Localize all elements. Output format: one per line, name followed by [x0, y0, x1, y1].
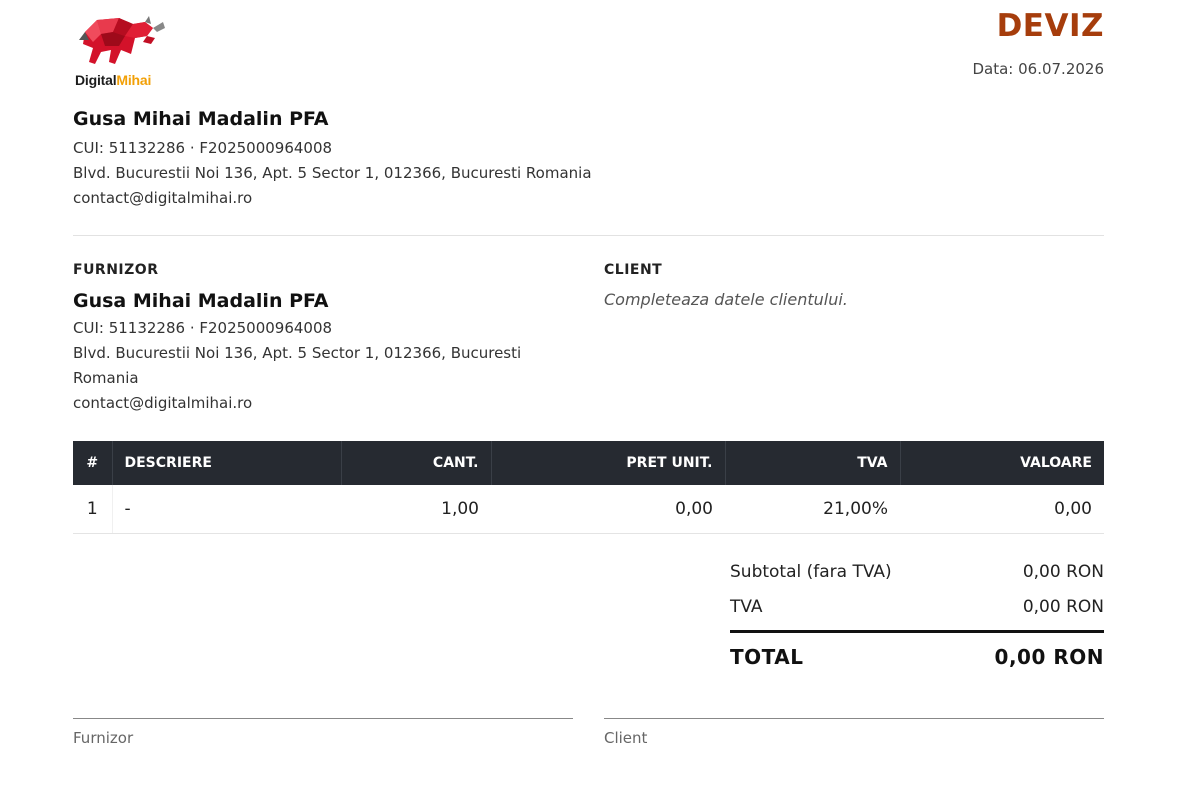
row-quantity: 1,00: [341, 485, 491, 534]
signature-furnizor-label: Furnizor: [73, 729, 134, 747]
client-label: CLIENT: [604, 262, 663, 278]
company-email: contact@digitalmihai.ro: [73, 189, 253, 207]
logo-text-part1: Digital: [75, 72, 117, 88]
company-name: Gusa Mihai Madalin PFA: [73, 108, 329, 130]
column-header-quantity: CANT.: [341, 441, 492, 485]
totals-section: Subtotal (fara TVA) 0,00 RON TVA 0,00 RO…: [730, 556, 1104, 669]
bull-logo-icon: [79, 16, 165, 64]
column-header-vat: TVA: [725, 441, 901, 485]
table-header-row: # DESCRIERE CANT. PRET UNIT. TVA VALOARE: [73, 441, 1104, 485]
total-value: 0,00 RON: [994, 645, 1104, 669]
company-info: Gusa Mihai Madalin PFA CUI: 51132286 · F…: [73, 108, 633, 211]
header-divider: [73, 235, 1104, 236]
row-index: 1: [73, 485, 113, 534]
subtotal-row: Subtotal (fara TVA) 0,00 RON: [730, 556, 1104, 591]
signature-client-label: Client: [604, 729, 648, 747]
row-unit-price: 0,00: [491, 485, 725, 534]
furnizor-ids: CUI: 51132286 · F2025000964008: [73, 319, 333, 337]
logo-text-part2: Mihai: [116, 72, 152, 88]
total-row: TOTAL 0,00 RON: [730, 645, 1104, 669]
furnizor-name: Gusa Mihai Madalin PFA: [73, 290, 329, 312]
column-header-index: #: [73, 441, 113, 485]
logo-wordmark: DigitalMihai: [75, 72, 151, 88]
signature-furnizor: Furnizor: [73, 718, 573, 747]
client-placeholder: Completeaza datele clientului.: [604, 290, 848, 309]
column-header-unit-price: PRET UNIT.: [491, 441, 726, 485]
totals-divider: [730, 630, 1104, 633]
subtotal-value: 0,00 RON: [1022, 562, 1104, 582]
invoice-page: DigitalMihai DEVIZ Data: 06.07.2026 Gusa…: [73, 0, 1104, 789]
vat-label: TVA: [730, 597, 763, 617]
company-ids: CUI: 51132286 · F2025000964008: [73, 139, 333, 157]
column-header-value: VALOARE: [900, 441, 1104, 485]
furnizor-address: Blvd. Bucurestii Noi 136, Apt. 5 Sector …: [73, 344, 522, 387]
furnizor-label: FURNIZOR: [73, 262, 159, 278]
company-logo: DigitalMihai: [75, 14, 171, 94]
signature-client: Client: [604, 718, 1104, 747]
furnizor-section: FURNIZOR Gusa Mihai Madalin PFA CUI: 511…: [73, 262, 543, 416]
document-title: DEVIZ: [996, 8, 1104, 44]
vat-row: TVA 0,00 RON: [730, 591, 1104, 626]
furnizor-email: contact@digitalmihai.ro: [73, 394, 253, 412]
items-table: # DESCRIERE CANT. PRET UNIT. TVA VALOARE…: [73, 441, 1104, 534]
subtotal-label: Subtotal (fara TVA): [730, 562, 892, 582]
column-header-description: DESCRIERE: [112, 441, 342, 485]
row-description: -: [112, 485, 341, 534]
company-address: Blvd. Bucurestii Noi 136, Apt. 5 Sector …: [73, 164, 592, 182]
client-section: CLIENT Completeaza datele clientului.: [604, 262, 1104, 309]
row-vat: 21,00%: [725, 485, 900, 534]
total-label: TOTAL: [730, 645, 804, 669]
row-value: 0,00: [900, 485, 1104, 534]
table-row: 1 - 1,00 0,00 21,00% 0,00: [73, 485, 1104, 534]
document-date: Data: 06.07.2026: [972, 60, 1104, 78]
vat-value: 0,00 RON: [1022, 597, 1104, 617]
